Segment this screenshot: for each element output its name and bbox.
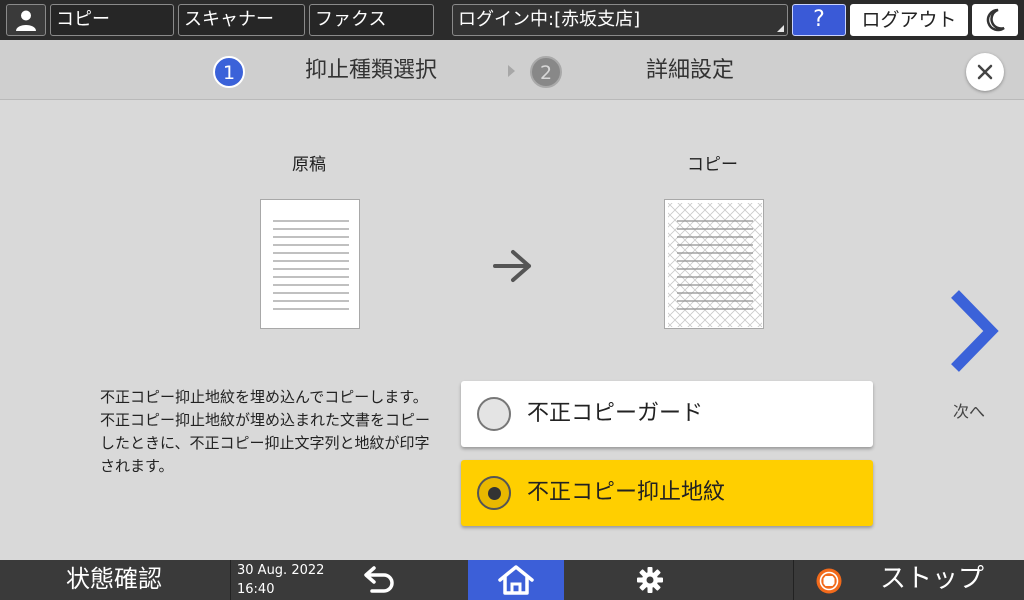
time-text: 16:40 (237, 582, 275, 597)
user-icon (16, 10, 36, 31)
gear-icon (637, 567, 663, 593)
close-button[interactable] (966, 53, 1004, 91)
help-button[interactable]: ? (792, 4, 846, 36)
home-button[interactable] (468, 560, 564, 600)
close-icon (977, 64, 993, 80)
step-1-number: 1 (213, 56, 245, 88)
fax-app-button[interactable]: ファクス (309, 4, 434, 36)
top-bar: コピー スキャナー ファクス ログイン中:[赤坂支店] ? ログアウト (0, 0, 1024, 40)
status-check-button[interactable]: 状態確認 (0, 560, 228, 600)
step-1-label: 抑止種類選択 (305, 58, 438, 83)
date-time-display: 30 Aug. 2022 16:40 (230, 560, 326, 600)
arrow-right-icon (493, 250, 531, 282)
step-2-label: 詳細設定 (646, 58, 735, 83)
moon-icon (986, 8, 1005, 32)
chevron-right-icon (951, 290, 999, 372)
next-button[interactable] (945, 288, 1001, 374)
back-icon (364, 566, 394, 593)
energy-saver-button[interactable] (972, 4, 1018, 36)
option-copy-protection-pattern[interactable]: 不正コピー抑止地紋 (461, 460, 873, 526)
option-label: 不正コピーガード (527, 401, 704, 426)
step-2-number: 2 (530, 56, 562, 88)
next-label: 次へ (953, 402, 986, 421)
radio-unselected-icon (477, 397, 511, 431)
user-button[interactable] (6, 4, 46, 36)
date-text: 30 Aug. 2022 (237, 563, 325, 578)
dropdown-corner-icon (777, 25, 784, 32)
copy-document-illustration (664, 199, 764, 329)
option-copy-guard[interactable]: 不正コピーガード (461, 381, 873, 447)
copy-caption: コピー (687, 155, 738, 175)
original-caption: 原稿 (292, 155, 326, 175)
settings-button[interactable] (615, 560, 685, 600)
radio-selected-icon (477, 476, 511, 510)
login-status-text: ログイン中:[赤坂支店] (458, 9, 641, 30)
home-icon (498, 565, 534, 595)
step-separator-icon (508, 65, 515, 77)
stop-label: ストップ (880, 564, 985, 594)
option-label: 不正コピー抑止地紋 (527, 480, 726, 505)
back-button[interactable] (345, 560, 415, 600)
stop-icon (816, 568, 842, 594)
scanner-app-button[interactable]: スキャナー (178, 4, 305, 36)
stop-button[interactable]: ストップ (793, 560, 1024, 600)
original-document-illustration (260, 199, 360, 329)
login-status-dropdown[interactable]: ログイン中:[赤坂支店] (452, 4, 788, 36)
logout-button[interactable]: ログアウト (850, 4, 968, 36)
bottom-bar: 状態確認 30 Aug. 2022 16:40 ストップ (0, 560, 1024, 600)
description-text: 不正コピー抑止地紋を埋め込んでコピーします。不正コピー抑止地紋が埋め込まれた文書… (100, 388, 431, 475)
step-header: 1 抑止種類選択 2 詳細設定 (0, 40, 1024, 100)
copy-app-button[interactable]: コピー (50, 4, 174, 36)
